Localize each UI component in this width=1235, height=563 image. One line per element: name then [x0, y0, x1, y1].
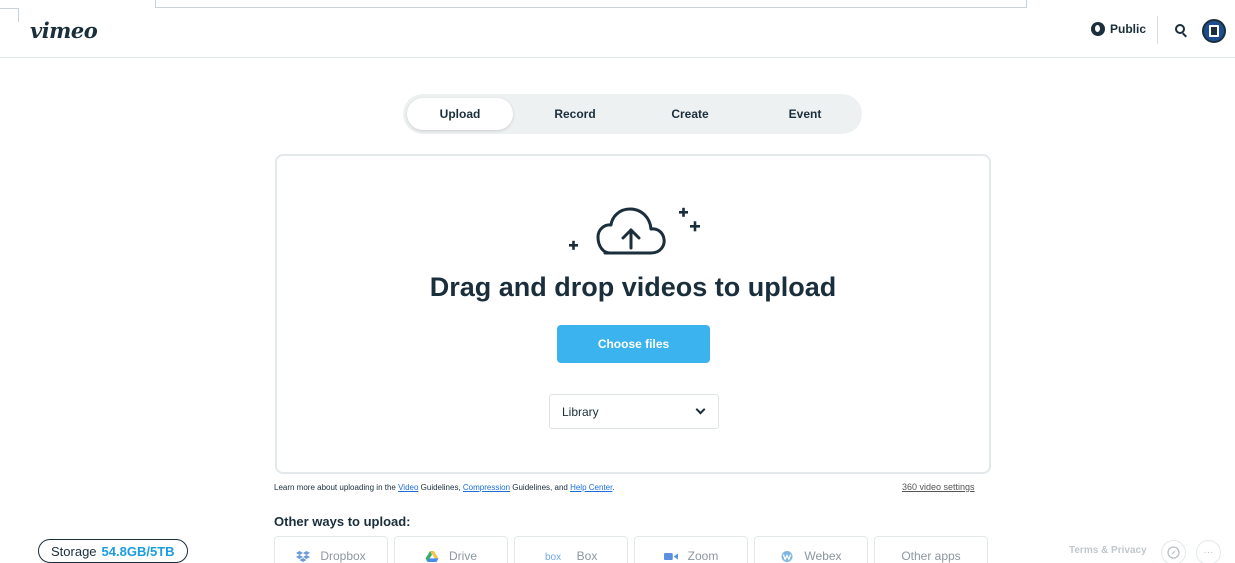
avatar-glyph-icon	[1209, 25, 1219, 37]
box-label: Box	[576, 549, 598, 563]
video-guidelines-link[interactable]: Video	[398, 483, 418, 492]
cloud-upload-icon	[569, 207, 700, 255]
upload-dropzone[interactable]: Drag and drop videos to upload Choose fi…	[275, 154, 991, 474]
tab-event[interactable]: Event	[752, 98, 858, 130]
destination-value: Library	[562, 404, 599, 419]
dropzone-title: Drag and drop videos to upload	[429, 272, 837, 302]
video-360-settings-link[interactable]: 360 video settings	[902, 482, 975, 492]
svg-text:box: box	[545, 552, 561, 561]
chevron-down-icon	[695, 404, 706, 415]
other-apps-label: Other apps	[901, 549, 961, 563]
upload-drive-button[interactable]: Drive	[394, 536, 508, 563]
upload-dropbox-button[interactable]: Dropbox	[274, 536, 388, 563]
public-label: Public	[1110, 22, 1147, 36]
upload-guidelines-text: Learn more about uploading in the Video …	[274, 483, 615, 492]
drive-icon	[425, 550, 439, 562]
avatar[interactable]	[1202, 19, 1226, 43]
vimeo-logo[interactable]: vimeo	[30, 18, 98, 43]
terms-privacy-link[interactable]: Terms & Privacy	[1069, 545, 1147, 556]
tab-create[interactable]: Create	[637, 98, 743, 130]
upload-mode-tabs: Upload Record Create Event	[403, 94, 862, 134]
guidelines-text-1: Guidelines,	[418, 483, 463, 492]
tab-upload[interactable]: Upload	[407, 98, 513, 130]
more-options-button[interactable]: ···	[1196, 540, 1221, 563]
drive-label: Drive	[448, 549, 477, 563]
upload-other-apps-button[interactable]: Other apps	[874, 536, 988, 563]
help-center-link[interactable]: Help Center	[570, 483, 612, 492]
dropbox-icon	[296, 550, 311, 562]
top-header: vimeo Public	[0, 0, 1235, 58]
guidelines-prefix: Learn more about uploading in the	[274, 483, 399, 492]
zoom-icon	[663, 552, 678, 560]
dropbox-label: Dropbox	[320, 549, 366, 563]
other-ways-title: Other ways to upload:	[274, 514, 411, 529]
storage-indicator[interactable]: Storage 54.8GB/5TB	[38, 539, 188, 563]
more-dots-icon: ···	[1203, 547, 1214, 558]
guidelines-suffix: .	[612, 483, 615, 492]
header-divider	[1157, 16, 1158, 44]
search-icon[interactable]	[1175, 24, 1185, 34]
upload-zoom-button[interactable]: Zoom	[634, 536, 748, 563]
choose-files-button[interactable]: Choose files	[557, 325, 710, 363]
storage-value: 54.8GB/5TB	[101, 543, 175, 559]
box-icon: box	[545, 552, 561, 561]
destination-select[interactable]: Library	[549, 394, 719, 429]
tab-record[interactable]: Record	[522, 98, 628, 130]
public-visibility-button[interactable]: Public	[1091, 22, 1146, 36]
webex-label: Webex	[804, 549, 842, 563]
zoom-label: Zoom	[687, 549, 719, 563]
upload-box-button[interactable]: box Box	[514, 536, 628, 563]
upload-webex-button[interactable]: Webex	[754, 536, 868, 563]
compass-icon	[1167, 546, 1180, 559]
globe-icon	[1091, 22, 1105, 36]
theme-toggle-button[interactable]	[1161, 540, 1186, 563]
guidelines-text-2: Guidelines, and	[510, 483, 571, 492]
compression-guidelines-link[interactable]: Compression	[463, 483, 510, 492]
webex-icon	[781, 550, 793, 562]
storage-label: Storage	[51, 543, 97, 559]
